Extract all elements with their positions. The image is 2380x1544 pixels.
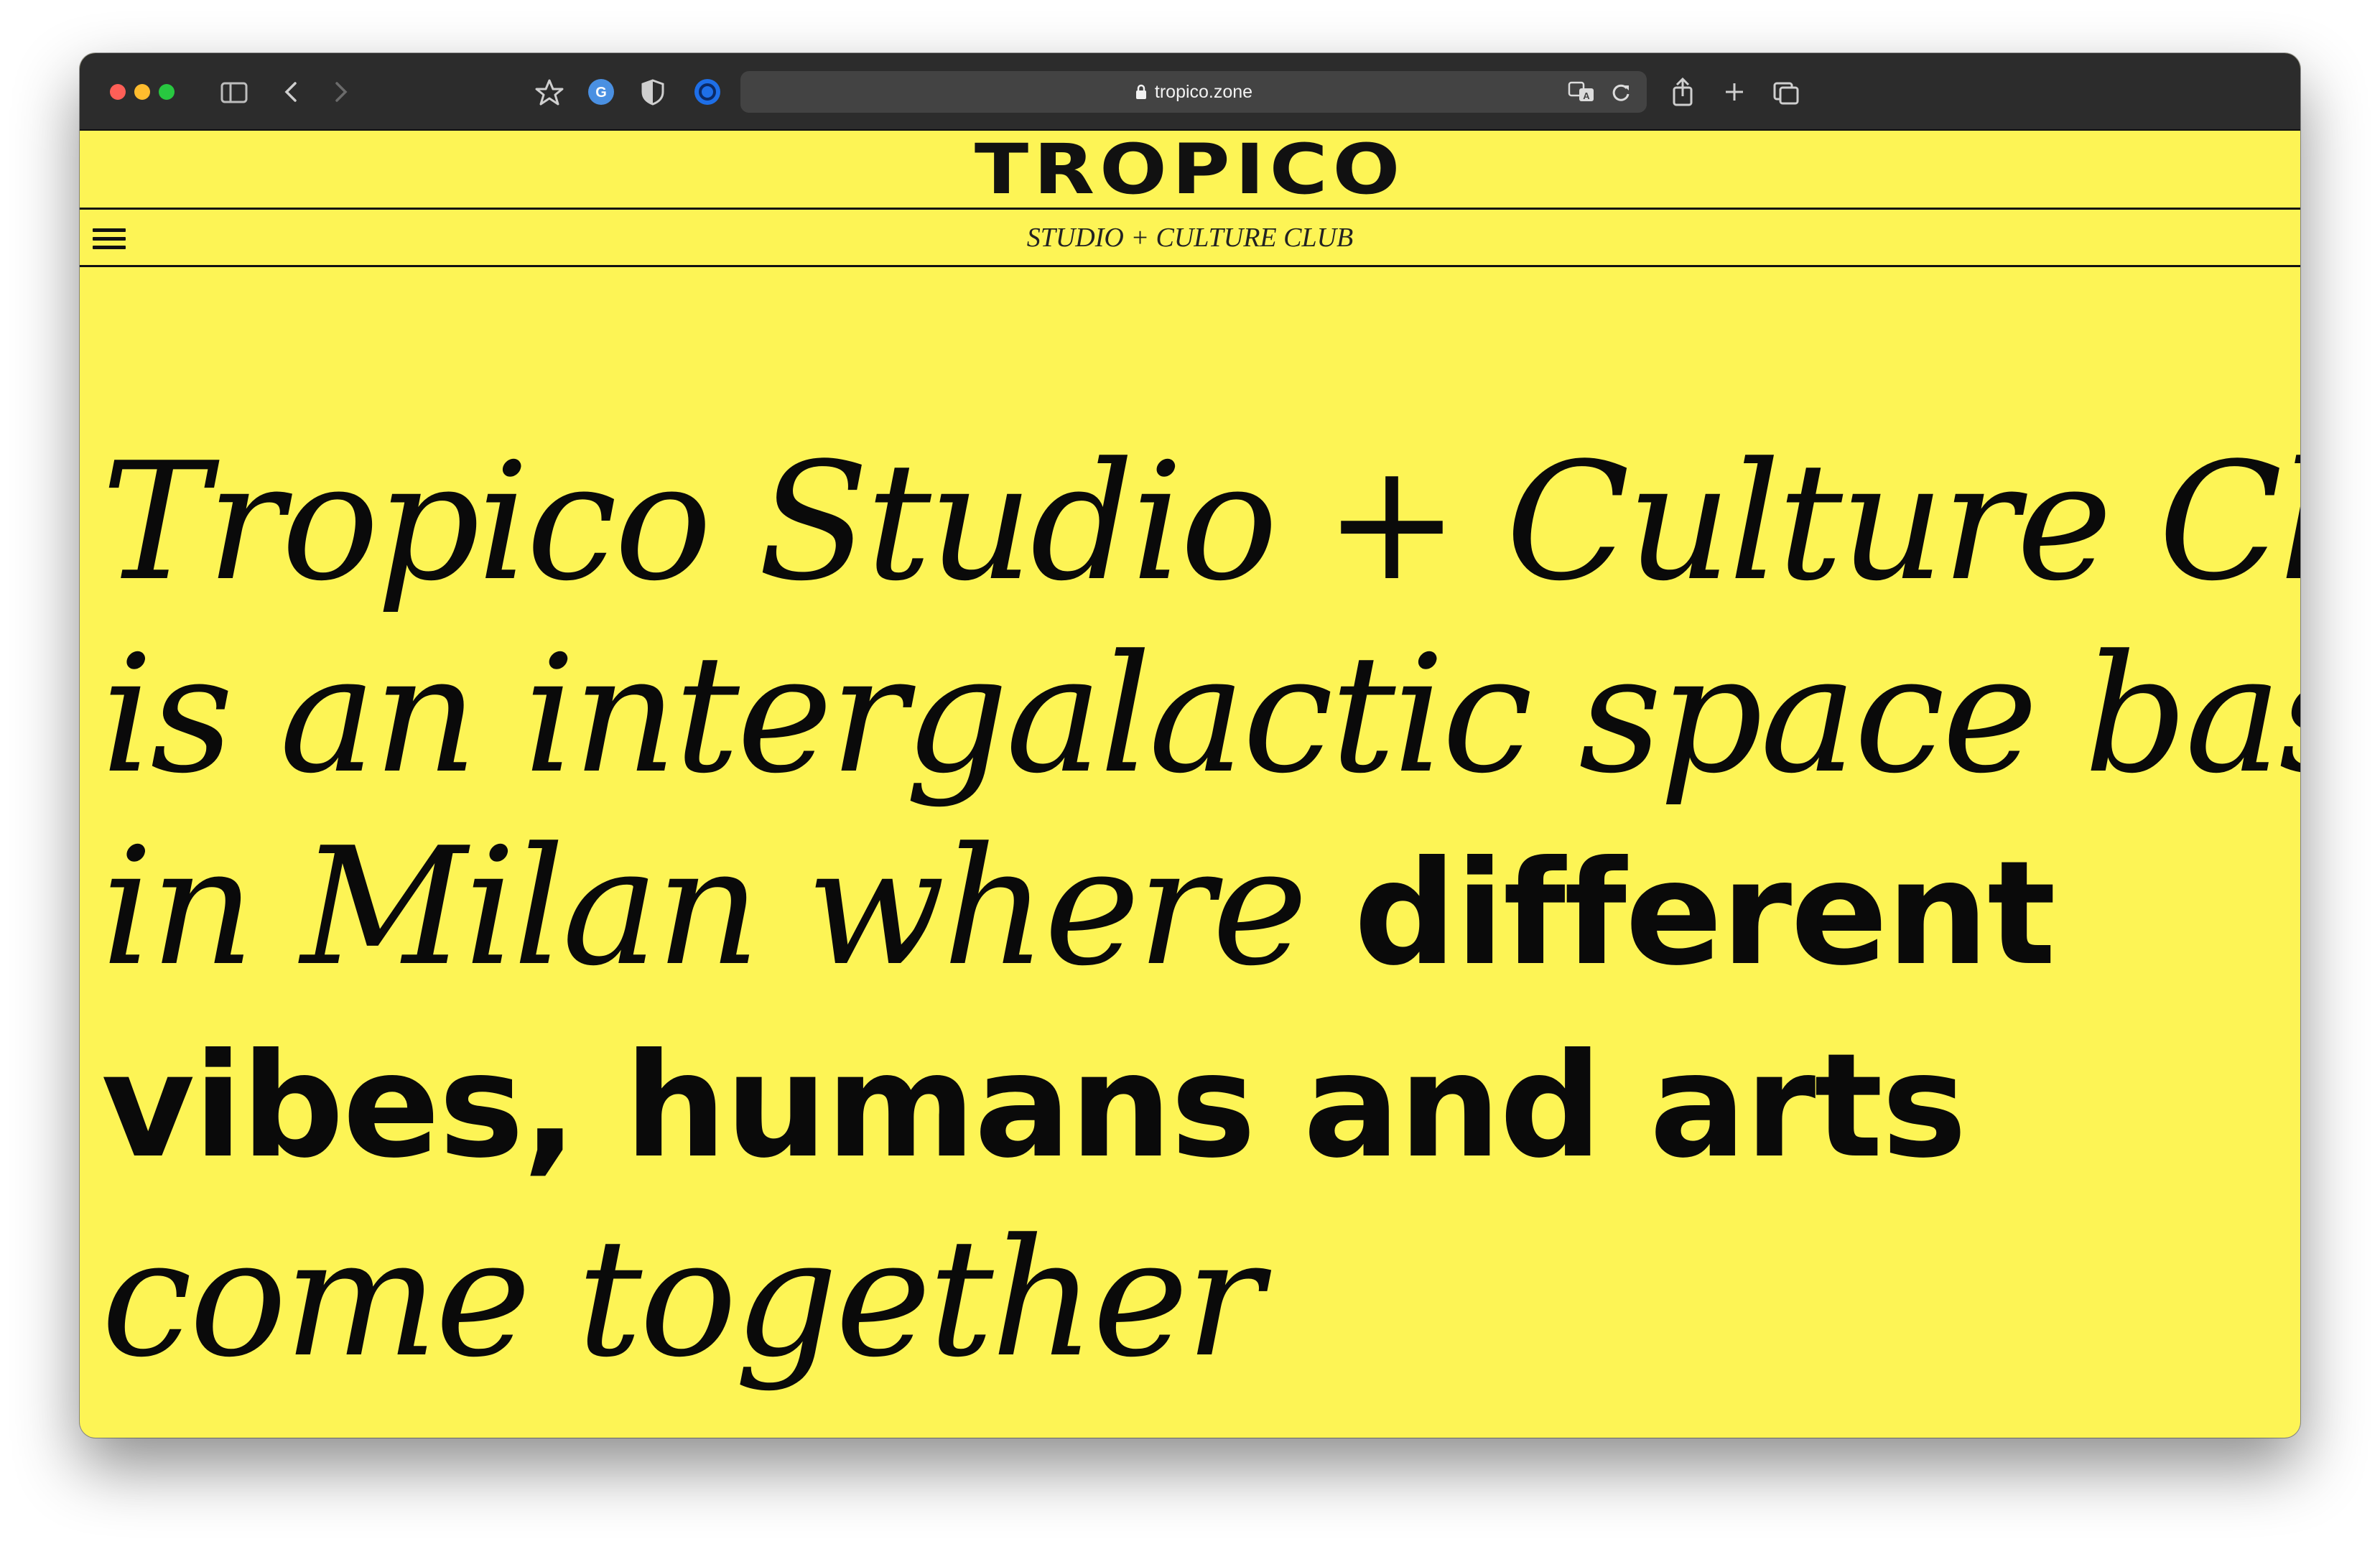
address-bar[interactable]: tropico.zone A	[740, 71, 1647, 113]
browser-window: G tropico.zone A TROPICO STUDIO + CULTUR…	[80, 53, 2300, 1438]
zoom-window-button[interactable]	[159, 84, 175, 100]
site-logo[interactable]: TROPICO	[975, 129, 1405, 210]
lock-icon	[1135, 84, 1146, 99]
sidebar-icon[interactable]	[220, 75, 249, 109]
svg-text:G: G	[595, 85, 607, 101]
close-window-button[interactable]	[110, 84, 126, 100]
reload-icon[interactable]	[1609, 81, 1632, 108]
share-icon[interactable]	[1668, 75, 1697, 109]
minimize-window-button[interactable]	[134, 84, 150, 100]
tabs-overview-icon[interactable]	[1770, 75, 1802, 109]
url-text: tropico.zone	[1154, 81, 1253, 102]
back-icon[interactable]	[281, 75, 302, 109]
svg-text:A: A	[1583, 90, 1590, 101]
menu-icon[interactable]	[93, 227, 129, 251]
hero-line-3-bold: different	[1354, 830, 2056, 997]
site-header: TROPICO	[80, 129, 2300, 210]
hero-statement: Tropico Studio + Culture Club is an inte…	[101, 427, 2300, 1395]
new-tab-icon[interactable]	[1720, 75, 1749, 109]
hero-line-2: is an intergalactic space based	[101, 620, 2300, 809]
shield-icon[interactable]	[638, 75, 667, 109]
hero-line-5: come together	[101, 1204, 1263, 1393]
hero-line-1: Tropico Studio + Culture Club	[101, 428, 2300, 617]
sub-navigation-bar: STUDIO + CULTURE CLUB	[80, 210, 2300, 267]
star-icon[interactable]	[534, 75, 565, 109]
hero-line-3-italic: in Milan where	[101, 813, 1354, 1002]
hero-line-4: vibes, humans and arts	[101, 1023, 1967, 1190]
extension-icon[interactable]	[692, 75, 723, 109]
forward-icon[interactable]	[330, 75, 351, 109]
translate-icon[interactable]: A	[1568, 80, 1596, 108]
browser-toolbar: G tropico.zone A	[80, 53, 2300, 131]
grammarly-icon[interactable]: G	[585, 75, 617, 109]
hero-line-3: in Milan where different	[101, 811, 2284, 1010]
site-subtitle: STUDIO + CULTURE CLUB	[1026, 222, 1354, 253]
